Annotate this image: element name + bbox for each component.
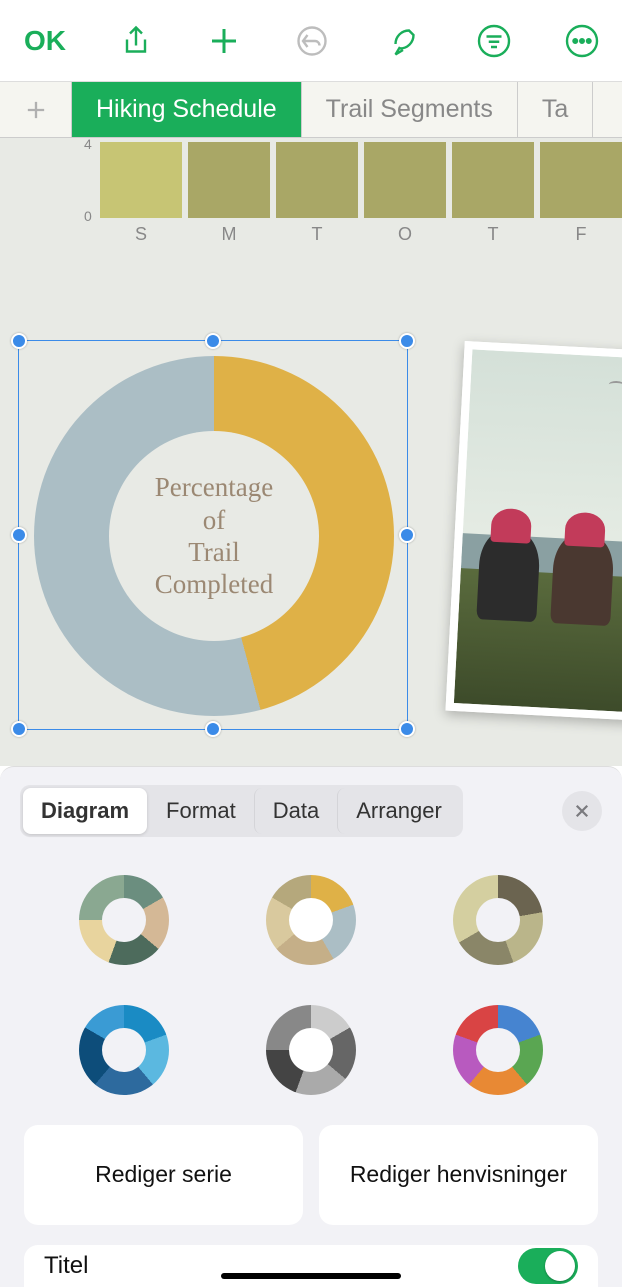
- add-icon[interactable]: [200, 17, 248, 65]
- more-icon[interactable]: [558, 17, 606, 65]
- tab-data[interactable]: Data: [254, 788, 337, 834]
- bar: [364, 142, 446, 218]
- resize-handle[interactable]: [11, 721, 27, 737]
- format-brush-icon[interactable]: [382, 17, 430, 65]
- sheet-tabs: Hiking Schedule Trail Segments Ta: [0, 82, 622, 138]
- donut-title: Percentage of Trail Completed: [155, 471, 273, 601]
- bar: [100, 142, 182, 218]
- x-label: T: [452, 224, 534, 245]
- resize-handle[interactable]: [11, 333, 27, 349]
- resize-handle[interactable]: [205, 333, 221, 349]
- sheet-tab-trail-segments[interactable]: Trail Segments: [302, 82, 518, 137]
- chart-style-swatch[interactable]: [266, 1005, 356, 1095]
- resize-handle[interactable]: [11, 527, 27, 543]
- chart-style-swatch[interactable]: [453, 875, 543, 965]
- edit-references-button[interactable]: Rediger henvisninger: [319, 1125, 598, 1225]
- title-toggle[interactable]: [518, 1248, 578, 1284]
- y-tick: 0: [84, 208, 92, 224]
- title-toggle-row: Titel: [24, 1245, 598, 1287]
- undo-icon[interactable]: [288, 17, 336, 65]
- resize-handle[interactable]: [399, 527, 415, 543]
- resize-handle[interactable]: [399, 333, 415, 349]
- chart-style-swatch[interactable]: [79, 1005, 169, 1095]
- x-label: O: [364, 224, 446, 245]
- bar: [452, 142, 534, 218]
- inspector-panel: Diagram Format Data Arranger Rediger ser…: [0, 766, 622, 1287]
- title-toggle-label: Titel: [44, 1252, 88, 1280]
- donut-ring: Percentage of Trail Completed: [34, 356, 394, 716]
- tab-diagram[interactable]: Diagram: [23, 788, 147, 834]
- resize-handle[interactable]: [205, 721, 221, 737]
- close-inspector-button[interactable]: [562, 791, 602, 831]
- spreadsheet-canvas[interactable]: 4 0 S M T O T F Percentage of Trail Comp…: [0, 138, 622, 766]
- share-icon[interactable]: [112, 17, 160, 65]
- edit-series-button[interactable]: Rediger serie: [24, 1125, 303, 1225]
- y-tick: 4: [84, 138, 92, 152]
- bar: [188, 142, 270, 218]
- trail-photo[interactable]: [445, 341, 622, 721]
- chart-style-swatch[interactable]: [453, 1005, 543, 1095]
- chart-style-swatch[interactable]: [266, 875, 356, 965]
- home-indicator[interactable]: [221, 1273, 401, 1279]
- bar-chart-fragment: 4 0 S M T O T F: [80, 138, 622, 246]
- filter-icon[interactable]: [470, 17, 518, 65]
- bar: [276, 142, 358, 218]
- chart-style-swatch[interactable]: [79, 875, 169, 965]
- tab-format[interactable]: Format: [147, 788, 254, 834]
- tab-arranger[interactable]: Arranger: [337, 788, 460, 834]
- inspector-tab-group: Diagram Format Data Arranger: [20, 785, 463, 837]
- sheet-tab-partial[interactable]: Ta: [518, 82, 593, 137]
- x-label: T: [276, 224, 358, 245]
- sheet-tab-hiking-schedule[interactable]: Hiking Schedule: [72, 82, 302, 137]
- x-label: F: [540, 224, 622, 245]
- x-label: S: [100, 224, 182, 245]
- resize-handle[interactable]: [399, 721, 415, 737]
- x-label: M: [188, 224, 270, 245]
- chart-style-grid: [0, 855, 622, 1125]
- donut-chart-selected[interactable]: Percentage of Trail Completed: [18, 340, 408, 730]
- ok-button[interactable]: OK: [16, 19, 74, 63]
- top-toolbar: OK: [0, 0, 622, 82]
- bar: [540, 142, 622, 218]
- add-sheet-button[interactable]: [0, 82, 72, 137]
